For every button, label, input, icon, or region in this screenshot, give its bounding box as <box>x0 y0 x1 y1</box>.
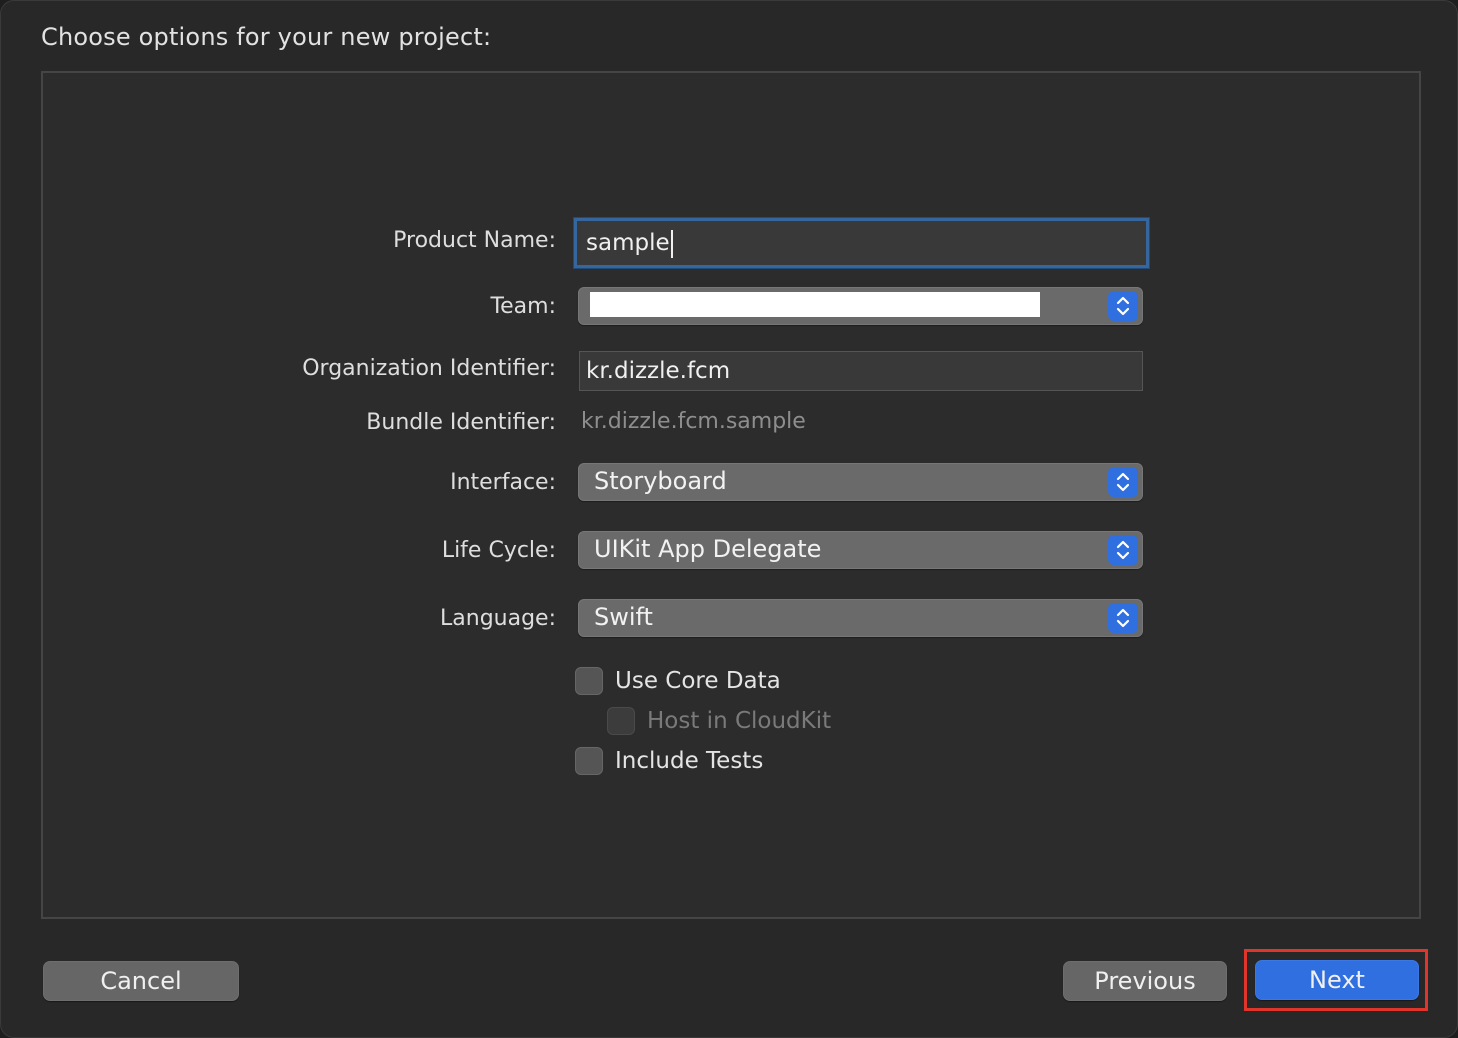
product-name-label: Product Name: <box>393 228 556 253</box>
up-down-chevron-icon <box>1108 603 1138 633</box>
interface-label: Interface: <box>450 470 556 495</box>
include-tests-label: Include Tests <box>615 748 764 774</box>
team-redacted-block <box>590 292 1040 317</box>
text-caret <box>670 229 673 258</box>
life-cycle-value: UIKit App Delegate <box>594 535 822 563</box>
product-name-value: sample <box>586 230 670 256</box>
dialog-heading: Choose options for your new project: <box>41 23 492 51</box>
up-down-chevron-icon <box>1108 467 1138 497</box>
use-core-data-label: Use Core Data <box>615 668 781 694</box>
bundle-identifier-label: Bundle Identifier: <box>366 410 556 435</box>
organization-identifier-label: Organization Identifier: <box>302 356 556 381</box>
up-down-chevron-icon <box>1108 535 1138 565</box>
previous-button[interactable]: Previous <box>1063 961 1227 1001</box>
use-core-data-checkbox-row[interactable]: Use Core Data <box>575 667 781 695</box>
language-popup[interactable]: Swift <box>578 599 1143 637</box>
include-tests-checkbox[interactable] <box>575 747 603 775</box>
team-label: Team: <box>490 294 556 319</box>
host-in-cloudkit-checkbox <box>607 707 635 735</box>
language-value: Swift <box>594 603 653 631</box>
new-project-options-sheet: Choose options for your new project: Pro… <box>0 0 1458 1038</box>
host-in-cloudkit-checkbox-row: Host in CloudKit <box>607 707 831 735</box>
cancel-button[interactable]: Cancel <box>43 961 239 1001</box>
bundle-identifier-value: kr.dizzle.fcm.sample <box>581 409 806 434</box>
product-name-input[interactable]: sample <box>574 218 1149 268</box>
next-button-highlight-box <box>1244 949 1428 1011</box>
up-down-chevron-icon <box>1108 291 1138 321</box>
include-tests-checkbox-row[interactable]: Include Tests <box>575 747 763 775</box>
host-in-cloudkit-label: Host in CloudKit <box>647 708 832 734</box>
interface-value: Storyboard <box>594 467 727 495</box>
organization-identifier-input[interactable]: kr.dizzle.fcm <box>579 351 1143 391</box>
life-cycle-popup[interactable]: UIKit App Delegate <box>578 531 1143 569</box>
language-label: Language: <box>440 606 556 631</box>
life-cycle-label: Life Cycle: <box>441 538 556 563</box>
interface-popup[interactable]: Storyboard <box>578 463 1143 501</box>
use-core-data-checkbox[interactable] <box>575 667 603 695</box>
